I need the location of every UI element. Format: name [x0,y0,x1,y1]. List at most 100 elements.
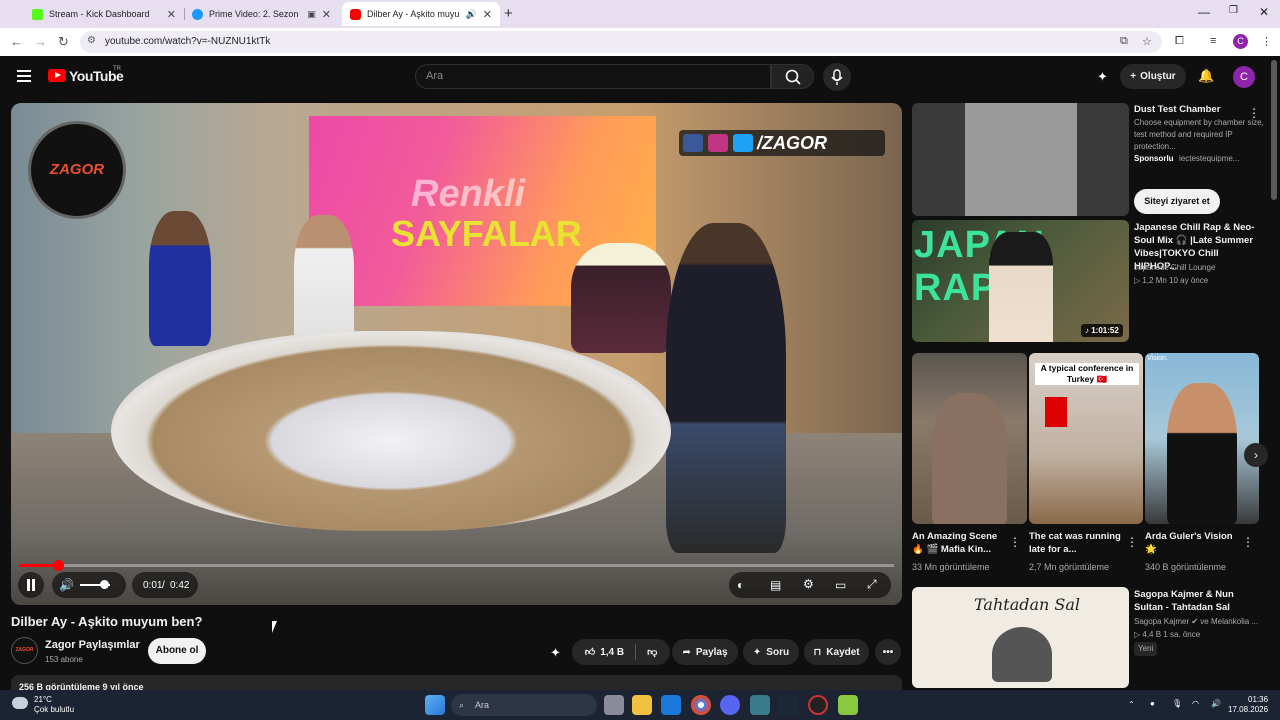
extensions-icon[interactable]: ⧠ [1175,35,1184,48]
presenter-figure [149,211,211,346]
channel-watermark: ZAGOR [28,121,126,219]
thumbs-up-icon: 👍︎ [584,647,596,658]
chrome-icon[interactable] [691,695,711,715]
tray-expand-icon[interactable]: ⌃ [1128,700,1135,710]
visit-site-button[interactable]: Siteyi ziyaret et [1134,189,1220,214]
file-explorer-icon[interactable] [632,695,652,715]
short-thumbnail-2[interactable]: A typical conference in Turkey 🇹🇷 [1029,353,1143,524]
forward-icon[interactable]: → [34,34,47,49]
subtitles-icon[interactable]: ▤ [770,578,781,592]
next-video-thumbnail[interactable]: Tahtadan Sal [912,587,1129,688]
back-icon[interactable]: ← [10,34,23,49]
short-menu-icon[interactable]: ⋮ [1009,535,1021,549]
like-divider [635,644,637,660]
new-tab-button[interactable]: + [504,5,513,22]
gemini-sparkle-icon[interactable]: ✦ [550,645,561,661]
outlook-icon[interactable] [661,695,681,715]
shorts-next-arrow[interactable]: › [1244,443,1268,467]
play-pause-button[interactable] [18,572,44,598]
search-button[interactable] [771,64,814,89]
minimize-icon[interactable]: — [1198,5,1210,19]
dislike-button[interactable]: 👎︎ [647,646,657,658]
tab-prime-video[interactable]: Prime Video: 2. Sezon ▣ ✕ [184,2,339,26]
browser-profile-avatar[interactable]: C [1233,34,1248,49]
obs-icon[interactable] [808,695,828,715]
settings-gear-icon[interactable]: ⚙ [803,577,814,591]
media-control-icon[interactable]: ≡ [1210,35,1216,47]
youtube-logo-icon[interactable] [48,69,66,82]
notifications-bell-icon[interactable]: 🔔 [1198,68,1214,84]
more-actions-button[interactable]: ••• [875,639,901,665]
channel-name[interactable]: Zagor Paylaşımlar [45,639,140,651]
app-icon[interactable] [838,695,858,715]
ad-menu-icon[interactable]: ⋮ [1248,106,1260,120]
window-close-icon[interactable]: ✕ [1259,5,1269,19]
save-button[interactable]: ⊓ Kaydet [804,639,869,665]
close-icon[interactable]: ✕ [167,8,176,21]
weather-description[interactable]: Çok bulutlu [34,705,74,715]
taskbar-clock[interactable]: 01:36 [1248,695,1268,705]
fullscreen-icon[interactable]: ⤢ [867,577,877,592]
windows-start-icon[interactable] [425,695,445,715]
video-player[interactable]: Renkli SAYFALAR ZAGOR /ZAGOR 🔊 0:01 / 0:… [11,103,902,605]
discord-icon[interactable] [720,695,740,715]
tray-app-icon[interactable]: ● [1150,699,1155,709]
reload-icon[interactable]: ↻ [58,34,69,50]
like-button[interactable]: 👍︎ 1,4 B [584,646,624,659]
url-text[interactable]: youtube.com/watch?v=-NUZNU1ktTk [105,36,270,47]
weather-cloud-icon[interactable] [12,697,28,709]
bookmark-star-icon[interactable]: ☆ [1142,35,1152,48]
close-icon[interactable]: ✕ [322,8,331,21]
voice-search-button[interactable] [823,63,851,91]
ad-thumbnail[interactable] [912,103,1129,216]
bookmark-icon: ⊓ [813,646,822,658]
steam-icon[interactable] [778,695,798,715]
volume-icon[interactable]: 🔊 [59,578,74,592]
gemini-sparkle-icon[interactable]: ✦ [1097,69,1108,85]
autoplay-toggle-icon[interactable]: ◐ [737,578,744,592]
next-video-title[interactable]: Sagopa Kajmer & Nun Sultan - Tahtadan Sa… [1134,588,1262,614]
microphone-tray-icon[interactable]: 🎙 [1172,699,1182,709]
next-video-channel[interactable]: Sagopa Kajmer ✔ ve Melankolia ... [1134,616,1258,628]
channel-avatar[interactable]: ZAGOR [11,637,38,664]
site-info-icon[interactable]: ⚙ [87,35,96,46]
ask-button[interactable]: ✦ Soru [743,639,799,665]
restore-icon[interactable]: ❐ [1229,5,1238,16]
ad-title[interactable]: Dust Test Chamber [1134,103,1220,116]
task-view-icon[interactable] [604,695,624,715]
short-title[interactable]: An Amazing Scene 🔥 🎬 Mafia Kin... [912,530,1008,556]
mix-channel[interactable]: Japanese Chill Lounge [1134,262,1215,274]
tab-youtube[interactable]: Dilber Ay - Aşkito muyum b 🔊 ✕ [342,2,500,26]
short-thumbnail-1[interactable] [912,353,1027,524]
subscribe-button[interactable]: Abone ol [148,638,206,664]
search-input[interactable]: Ara [415,64,771,89]
short-title[interactable]: The cat was running late for a... [1029,530,1123,556]
short-menu-icon[interactable]: ⋮ [1242,535,1254,549]
volume-tray-icon[interactable]: 🔊 [1211,699,1221,709]
page-scrollbar[interactable] [1271,60,1277,200]
weather-temperature[interactable]: 21°C [34,695,52,705]
progress-bar[interactable] [19,560,894,571]
short-thumbnail-3[interactable]: Vision. [1145,353,1259,524]
account-avatar[interactable]: C [1233,66,1255,88]
short-menu-icon[interactable]: ⋮ [1126,535,1138,549]
windows-taskbar: 21°C Çok bulutlu ⌕ Ara ⌃ ● 🎙 ◠ 🔊 01:36 1… [0,690,1280,720]
share-button[interactable]: ➦ Paylaş [672,639,738,665]
short-title[interactable]: Arda Guler's Vision 🌟 [1145,530,1235,556]
create-button[interactable]: + Oluştur [1120,64,1186,89]
hamburger-menu-icon[interactable] [17,70,31,85]
speaker-icon[interactable]: 🔊 [466,9,477,20]
volume-handle[interactable] [100,580,109,589]
taskbar-date[interactable]: 17.08.2026 [1228,705,1268,715]
app-icon[interactable] [750,695,770,715]
menu-dots-icon[interactable]: ⋮ [1261,35,1272,48]
tab-kick[interactable]: Stream - Kick Dashboard ✕ [24,2,184,26]
address-bar[interactable]: ⚙ youtube.com/watch?v=-NUZNU1ktTk ⧉ ☆ [80,31,1162,53]
wifi-icon[interactable]: ◠ [1192,699,1199,709]
close-icon[interactable]: ✕ [483,8,492,21]
volume-control[interactable]: 🔊 [52,572,126,598]
theater-mode-icon[interactable]: ▭ [835,578,846,592]
install-app-icon[interactable]: ⧉ [1120,35,1128,48]
kick-icon [32,8,43,20]
taskbar-search[interactable]: ⌕ Ara [451,694,597,716]
